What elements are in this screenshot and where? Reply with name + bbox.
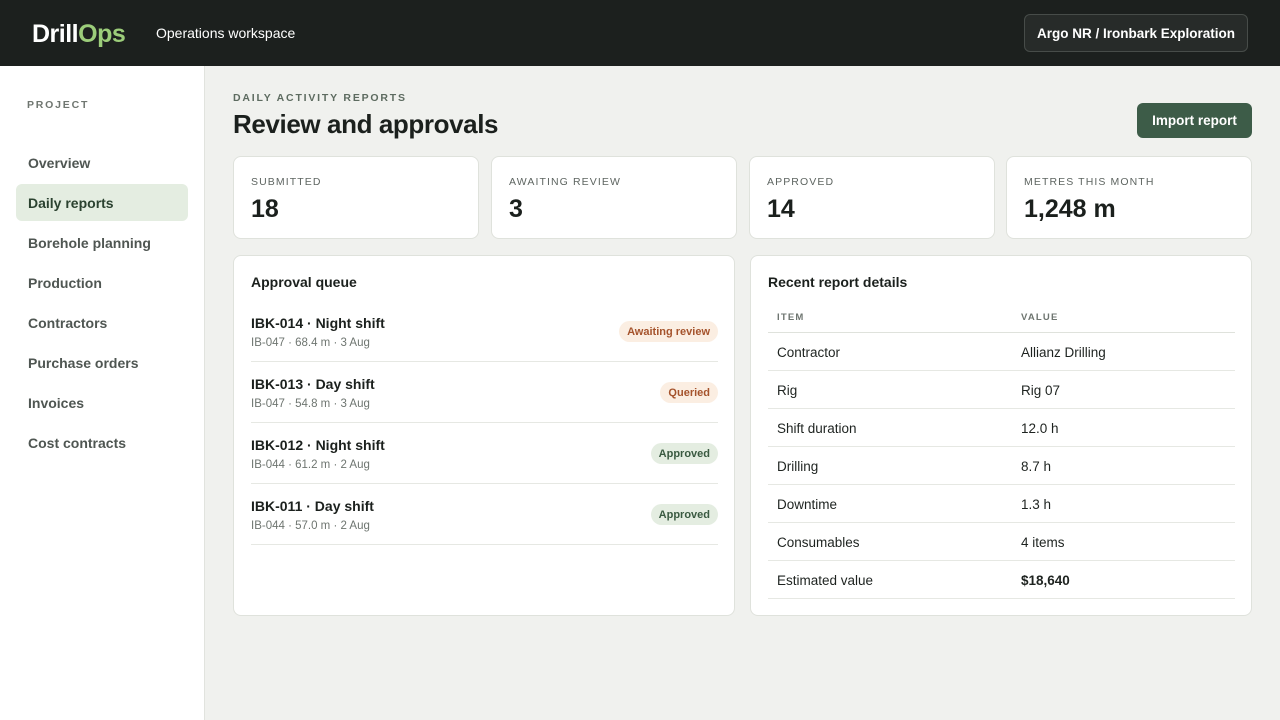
stat-card-metres-this-month: METRES THIS MONTH 1,248 m xyxy=(1006,156,1252,239)
status-badge: Awaiting review xyxy=(619,321,718,342)
row-value: 12.0 h xyxy=(1021,421,1059,436)
sidebar-item-label: Contractors xyxy=(28,314,108,331)
table-row: Estimated value $18,640 xyxy=(768,561,1235,599)
table-row: Downtime 1.3 h xyxy=(768,485,1235,523)
list-item[interactable]: IBK-013 · Day shift IB-047 · 54.8 m · 3 … xyxy=(251,362,718,423)
row-item: Downtime xyxy=(777,497,838,512)
sidebar-section-label: PROJECT xyxy=(27,99,90,111)
table-header: ITEM VALUE xyxy=(768,303,1235,333)
sidebar-item-overview[interactable]: Overview xyxy=(16,144,188,181)
report-meta: IB-044 · 57.0 m · 2 Aug xyxy=(251,520,370,532)
sidebar-item-label: Invoices xyxy=(28,394,85,411)
logo-text-drill: Drill xyxy=(32,20,79,48)
stat-value: 3 xyxy=(509,195,523,223)
report-meta: IB-047 · 54.8 m · 3 Aug xyxy=(251,398,370,410)
row-value: 1.3 h xyxy=(1021,497,1052,512)
row-item: Drilling xyxy=(777,459,819,474)
page-title: Review and approvals xyxy=(233,109,499,139)
row-value-total: $18,640 xyxy=(1021,573,1070,588)
status-badge: Approved xyxy=(650,504,718,525)
sidebar-item-label: Borehole planning xyxy=(28,234,151,251)
table-row: Drilling 8.7 h xyxy=(768,447,1235,485)
row-value: Rig 07 xyxy=(1021,383,1061,398)
import-report-button[interactable]: Import report xyxy=(1137,103,1252,138)
table-row: Contractor Allianz Drilling xyxy=(768,333,1235,371)
row-value: 8.7 h xyxy=(1021,459,1052,474)
report-title: IBK-014 · Night shift xyxy=(251,315,385,331)
organization-switcher-button[interactable]: Argo NR / Ironbark Exploration xyxy=(1024,14,1248,52)
workspace-label: Operations workspace xyxy=(156,25,296,41)
table-row: Rig Rig 07 xyxy=(768,371,1235,409)
sidebar-item-label: Overview xyxy=(28,154,91,171)
report-details-panel: Recent report details ITEM VALUE Contrac… xyxy=(750,255,1252,616)
row-item: Contractor xyxy=(777,345,841,360)
stat-value: 1,248 m xyxy=(1024,195,1116,223)
sidebar-item-label: Production xyxy=(28,274,102,291)
status-badge: Queried xyxy=(660,382,718,403)
list-item[interactable]: IBK-011 · Day shift IB-044 · 57.0 m · 2 … xyxy=(251,484,718,545)
row-item: Shift duration xyxy=(777,421,857,436)
stat-value: 14 xyxy=(767,195,795,223)
sidebar-item-label: Daily reports xyxy=(28,194,114,211)
stat-card-awaiting-review: AWAITING REVIEW 3 xyxy=(491,156,737,239)
app-logo[interactable]: DrillOps xyxy=(32,19,126,49)
details-table: ITEM VALUE Contractor Allianz Drilling R… xyxy=(768,303,1235,599)
list-item[interactable]: IBK-012 · Night shift IB-044 · 61.2 m · … xyxy=(251,423,718,484)
logo-text-ops: Ops xyxy=(78,20,126,48)
sidebar-item-daily-reports[interactable]: Daily reports xyxy=(16,184,188,221)
row-value: 4 items xyxy=(1021,535,1065,550)
sidebar-item-contractors[interactable]: Contractors xyxy=(16,304,188,341)
report-title: IBK-011 · Day shift xyxy=(251,498,374,514)
row-item: Rig xyxy=(777,383,798,398)
approval-queue-list: IBK-014 · Night shift IB-047 · 68.4 m · … xyxy=(251,301,718,545)
sidebar-item-cost-contracts[interactable]: Cost contracts xyxy=(16,424,188,461)
top-bar: DrillOps Operations workspace Argo NR / … xyxy=(0,0,1280,66)
report-title: IBK-012 · Night shift xyxy=(251,437,385,453)
report-meta: IB-047 · 68.4 m · 3 Aug xyxy=(251,337,370,349)
sidebar-nav: Overview Daily reports Borehole planning… xyxy=(16,144,188,464)
stat-value: 18 xyxy=(251,195,279,223)
stat-card-approved: APPROVED 14 xyxy=(749,156,995,239)
status-badge: Approved xyxy=(650,443,718,464)
sidebar-item-label: Cost contracts xyxy=(28,434,127,451)
list-item[interactable]: IBK-014 · Night shift IB-047 · 68.4 m · … xyxy=(251,301,718,362)
stat-label: AWAITING REVIEW xyxy=(509,176,621,188)
panel-title: Recent report details xyxy=(768,274,908,290)
table-row: Shift duration 12.0 h xyxy=(768,409,1235,447)
panel-title: Approval queue xyxy=(251,274,357,290)
stat-card-submitted: SUBMITTED 18 xyxy=(233,156,479,239)
report-title: IBK-013 · Day shift xyxy=(251,376,375,392)
stat-label: METRES THIS MONTH xyxy=(1024,176,1155,188)
stat-label: APPROVED xyxy=(767,176,835,188)
page-eyebrow: DAILY ACTIVITY REPORTS xyxy=(233,92,407,104)
stat-label: SUBMITTED xyxy=(251,176,322,188)
sidebar-item-label: Purchase orders xyxy=(28,354,139,371)
sidebar-item-production[interactable]: Production xyxy=(16,264,188,301)
sidebar-item-purchase-orders[interactable]: Purchase orders xyxy=(16,344,188,381)
approval-queue-panel: Approval queue IBK-014 · Night shift IB-… xyxy=(233,255,735,616)
row-item: Estimated value xyxy=(777,573,874,588)
sidebar-item-invoices[interactable]: Invoices xyxy=(16,384,188,421)
report-meta: IB-044 · 61.2 m · 2 Aug xyxy=(251,459,370,471)
row-item: Consumables xyxy=(777,535,860,550)
sidebar-item-borehole-planning[interactable]: Borehole planning xyxy=(16,224,188,261)
column-header-item: ITEM xyxy=(777,312,805,323)
column-header-value: VALUE xyxy=(1021,312,1059,323)
table-row: Consumables 4 items xyxy=(768,523,1235,561)
sidebar: PROJECT Overview Daily reports Borehole … xyxy=(0,66,205,720)
row-value: Allianz Drilling xyxy=(1021,345,1106,360)
